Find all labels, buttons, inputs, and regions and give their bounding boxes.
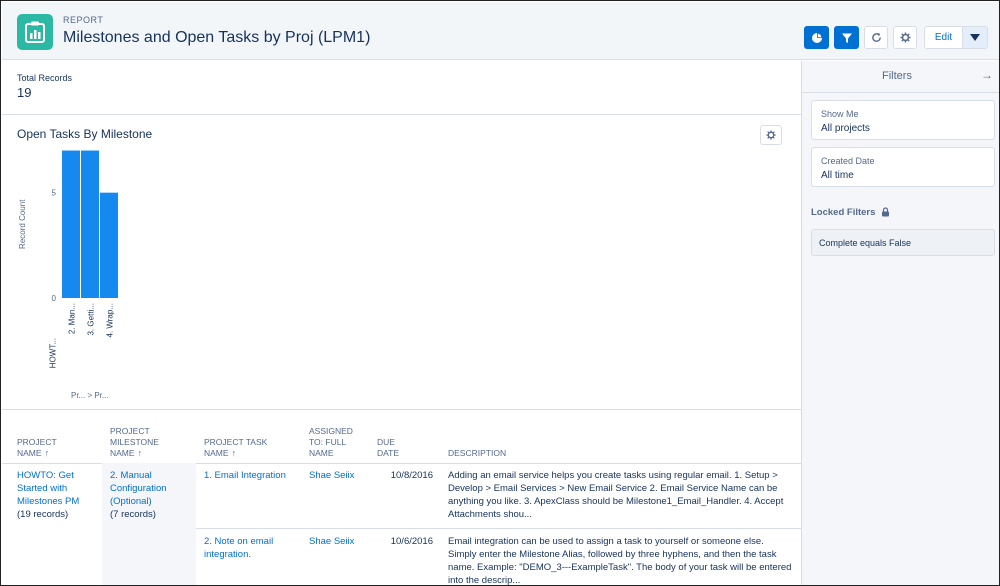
x-group-label: HOWT...: [49, 338, 58, 368]
header-line: PROJECT: [17, 437, 57, 447]
header-line: DUE: [377, 437, 395, 447]
project-record-count: (19 records): [17, 509, 69, 520]
header-line: ASSIGNED: [309, 426, 353, 436]
task-name-link[interactable]: 1. Email Integration: [204, 469, 304, 482]
page-title: Milestones and Open Tasks by Proj (LPM1): [63, 29, 371, 46]
header-line: NAME: [17, 448, 42, 458]
lock-icon: [882, 207, 889, 217]
filter-label: Show Me: [821, 109, 859, 119]
header-line: PROJECT TASK: [204, 437, 268, 447]
bar: [81, 150, 99, 298]
due-date-value: 10/6/2016: [390, 536, 433, 547]
header-line: DATE: [377, 448, 400, 458]
column-header-milestone-name[interactable]: PROJECT MILESTONE NAME ↑: [110, 411, 195, 463]
locked-filter-item: Complete equals False: [811, 229, 995, 256]
header-line: NAME: [204, 448, 229, 458]
filter-label: Created Date: [821, 156, 875, 166]
filters-header: Filters →: [802, 61, 999, 93]
bar-chart: Record Count 5 0 2. Man... 3. Getti... 4. Wra…: [18, 150, 118, 400]
refresh-icon: [871, 32, 881, 42]
bar: [100, 192, 118, 298]
column-header-assigned-to[interactable]: ASSIGNED TO: FULL NAME: [309, 411, 369, 463]
summary-strip: Total Records 19: [2, 61, 801, 115]
bar: [62, 150, 80, 298]
milestone-record-count: (7 records): [110, 509, 156, 520]
filter-toggle-button[interactable]: [834, 26, 859, 49]
edit-button-group: Edit: [924, 26, 988, 49]
project-name-link[interactable]: HOWTO: Get Started with Milestones PM: [17, 470, 79, 507]
edit-button[interactable]: Edit: [925, 27, 963, 48]
locked-filter-text: Complete equals False: [819, 238, 912, 248]
sort-arrow-icon: ↑: [137, 448, 143, 458]
due-date-value: 10/8/2016: [390, 470, 433, 481]
column-header-task-name[interactable]: PROJECT TASK NAME ↑: [204, 411, 304, 463]
filters-panel: Filters → Show Me All projects Created D…: [801, 61, 999, 585]
assigned-user-link[interactable]: Shae Seiix: [309, 535, 369, 548]
chart-panel: Open Tasks By Milestone Record Count 5 0 2.…: [2, 116, 801, 410]
total-records-value: 19: [17, 85, 32, 100]
sort-arrow-icon: ↑: [44, 448, 50, 458]
column-header-project-name[interactable]: PROJECT NAME ↑: [17, 411, 97, 463]
column-header-due-date[interactable]: DUE DATE: [377, 411, 427, 463]
filter-icon: [841, 33, 852, 43]
report-icon: [17, 14, 53, 50]
filter-card-show-me[interactable]: Show Me All projects: [811, 100, 995, 140]
header-line: TO: FULL: [309, 437, 347, 447]
refresh-button[interactable]: [864, 26, 888, 49]
milestone-group-cell: 2. Manual Configuration (Optional) (7 re…: [110, 469, 192, 521]
chevron-down-icon: [970, 34, 980, 41]
description-value: Email integration can be used to assign …: [448, 536, 792, 586]
filters-title: Filters: [882, 70, 912, 82]
header-line: NAME: [110, 448, 135, 458]
report-header: REPORT Milestones and Open Tasks by Proj…: [2, 2, 999, 60]
filter-card-created-date[interactable]: Created Date All time: [811, 147, 995, 187]
assigned-user-link[interactable]: Shae Seiix: [309, 469, 369, 482]
filter-value: All projects: [821, 123, 870, 134]
x-axis-label: Pr... > Pr...: [71, 391, 109, 400]
header-line: MILESTONE: [110, 437, 159, 447]
milestone-name-link[interactable]: 2. Manual Configuration (Optional): [110, 470, 167, 507]
header-line: NAME: [309, 448, 334, 458]
x-tick-label: 3. Getti...: [87, 303, 96, 335]
column-header-description[interactable]: DESCRIPTION: [448, 411, 648, 463]
sort-arrow-icon: ↑: [231, 448, 237, 458]
chart-icon: [811, 32, 822, 43]
chart-toggle-button[interactable]: [804, 26, 829, 49]
header-line: PROJECT: [110, 426, 150, 436]
filter-value: All time: [821, 170, 854, 181]
task-name-link[interactable]: 2. Note on email integration.: [204, 535, 294, 561]
edit-menu-button[interactable]: [963, 27, 987, 48]
locked-filters-heading: Locked Filters: [811, 207, 876, 218]
x-tick-label: 2. Man...: [68, 303, 77, 334]
project-group-cell: HOWTO: Get Started with Milestones PM (1…: [17, 469, 97, 521]
report-window: REPORT Milestones and Open Tasks by Proj…: [0, 0, 1000, 586]
report-table: PROJECT NAME ↑ PROJECT MILESTONE NAME ↑ PR…: [2, 411, 801, 586]
y-tick-label: 0: [52, 294, 57, 303]
collapse-arrow-icon[interactable]: →: [981, 68, 993, 82]
x-tick-label: 4. Wrap...: [106, 303, 115, 338]
total-records-label: Total Records: [17, 73, 73, 83]
header-line: DESCRIPTION: [448, 448, 507, 458]
gear-icon: [899, 32, 911, 43]
row-divider: [196, 528, 801, 529]
description-value: Adding an email service helps you create…: [448, 470, 784, 520]
settings-button[interactable]: [893, 26, 917, 49]
page-eyebrow: REPORT: [63, 15, 104, 25]
y-tick-label: 5: [52, 189, 57, 198]
y-axis-label: Record Count: [18, 199, 27, 249]
